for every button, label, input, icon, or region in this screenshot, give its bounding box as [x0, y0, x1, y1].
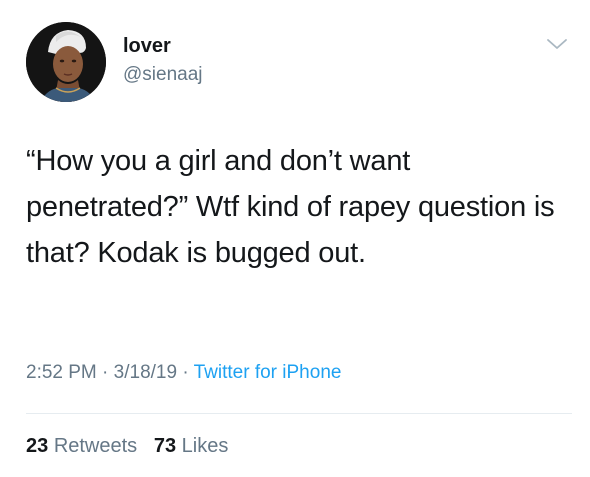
tweet-card: lover @sienaaj “How you a girl and don’t… [0, 0, 590, 477]
likes-label: Likes [181, 435, 229, 457]
user-handle[interactable]: @sienaaj [123, 64, 203, 86]
likes-count: 73 [153, 435, 177, 457]
retweets-stat[interactable]: 23 Retweets [26, 435, 137, 457]
tweet-meta: 2:52 PM · 3/18/19 · Twitter for iPhone [26, 362, 341, 384]
retweets-count: 23 [26, 435, 49, 457]
meta-separator: · [182, 362, 189, 383]
tweet-date[interactable]: 3/18/19 [114, 362, 177, 383]
avatar[interactable] [26, 22, 106, 102]
retweets-label: Retweets [53, 435, 138, 457]
tweet-source-link[interactable]: Twitter for iPhone [194, 362, 342, 383]
likes-stat[interactable]: 73 Likes [154, 435, 229, 457]
tweet-time[interactable]: 2:52 PM [26, 362, 97, 383]
avatar-image [26, 22, 106, 102]
meta-separator: · [102, 362, 109, 383]
engagement-stats: 23 Retweets 73 Likes [26, 435, 228, 458]
display-name[interactable]: lover [123, 35, 171, 58]
chevron-down-icon[interactable] [545, 36, 569, 54]
divider [26, 413, 572, 414]
tweet-text: “How you a girl and don’t want penetrate… [26, 145, 555, 269]
